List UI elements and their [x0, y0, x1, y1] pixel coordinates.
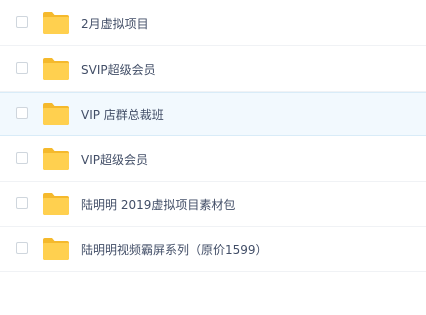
folder-icon: [43, 103, 69, 125]
list-item-svip-chaoji-huiyuan[interactable]: SVIP超级会员: [0, 48, 426, 92]
file-name[interactable]: VIP超级会员: [81, 138, 148, 182]
row-checkbox[interactable]: [16, 152, 28, 164]
file-name[interactable]: VIP 店群总裁班: [81, 93, 164, 137]
file-name[interactable]: 陆明明视频霸屏系列（原价1599）: [81, 228, 268, 272]
row-checkbox[interactable]: [16, 197, 28, 209]
file-name[interactable]: 2月虚拟项目: [81, 2, 149, 46]
list-item-vip-dianqun-zongcaiban[interactable]: VIP 店群总裁班: [0, 92, 426, 136]
list-item-lumingming-shipin-baping[interactable]: 陆明明视频霸屏系列（原价1599）: [0, 228, 426, 272]
list-item-vip-chaoji-huiyuan[interactable]: VIP超级会员: [0, 138, 426, 182]
folder-icon: [43, 12, 69, 34]
folder-icon: [43, 148, 69, 170]
row-checkbox[interactable]: [16, 242, 28, 254]
list-item-2yue-xuni-xiangmu[interactable]: 2月虚拟项目: [0, 2, 426, 46]
row-checkbox[interactable]: [16, 16, 28, 28]
file-name[interactable]: SVIP超级会员: [81, 48, 156, 92]
folder-icon: [43, 238, 69, 260]
file-name[interactable]: 陆明明 2019虚拟项目素材包: [81, 183, 235, 227]
list-item-lumingming-2019-sucaibao[interactable]: 陆明明 2019虚拟项目素材包: [0, 183, 426, 227]
row-checkbox[interactable]: [16, 107, 28, 119]
row-checkbox[interactable]: [16, 62, 28, 74]
folder-icon: [43, 193, 69, 215]
folder-icon: [43, 58, 69, 80]
